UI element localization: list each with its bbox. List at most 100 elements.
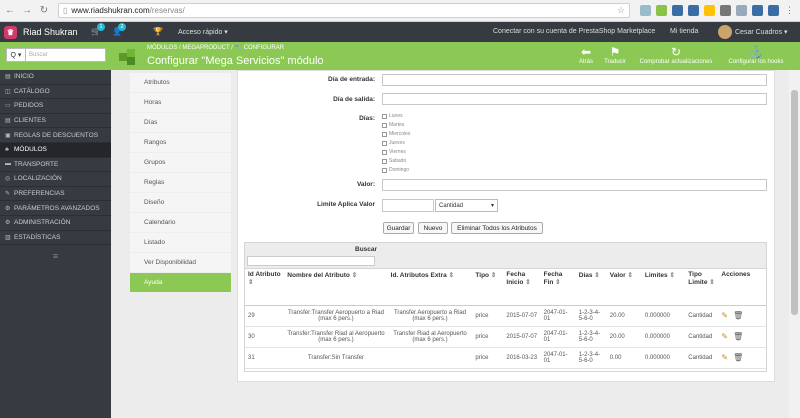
column-header[interactable]: Fecha Inicio ⇕ bbox=[503, 269, 541, 306]
edit-icon[interactable]: ✎ bbox=[721, 353, 728, 362]
tab-8[interactable]: Listado bbox=[130, 233, 231, 253]
search-input[interactable]: Buscar bbox=[26, 48, 106, 62]
column-header[interactable]: Valor ⇕ bbox=[606, 269, 642, 306]
edit-icon[interactable]: ✎ bbox=[721, 311, 728, 320]
checkbox-box[interactable] bbox=[382, 140, 387, 146]
checkbox-box[interactable] bbox=[382, 131, 387, 137]
sidebar-item-0[interactable]: ▤ INICIO bbox=[0, 70, 111, 85]
search-type-button[interactable]: Q ▾ bbox=[6, 48, 26, 62]
column-header[interactable]: Id Atributo ⇕ bbox=[245, 269, 285, 306]
marketplace-connect-link[interactable]: Conectar con su cuenta de PrestaShop Mar… bbox=[493, 28, 655, 35]
checkbox-box[interactable] bbox=[382, 113, 387, 119]
menu-icon[interactable]: ⋮ bbox=[785, 5, 796, 16]
table-search-input[interactable] bbox=[247, 256, 375, 266]
forward-icon[interactable]: → bbox=[20, 4, 34, 18]
checkbox-box[interactable] bbox=[382, 149, 387, 155]
check-updates-button[interactable]: ↻ Comprobar actualizaciones bbox=[632, 45, 720, 65]
trophy-icon[interactable]: 🏆 bbox=[153, 27, 163, 36]
day-checkbox[interactable]: Lunes bbox=[382, 113, 403, 119]
sort-icon[interactable]: ⇕ bbox=[555, 279, 560, 286]
extension-icon[interactable] bbox=[688, 5, 699, 16]
sidebar-item-10[interactable]: ⚙ ADMINISTRACIÓN bbox=[0, 216, 111, 231]
edit-icon[interactable]: ✎ bbox=[721, 332, 728, 341]
tab-7[interactable]: Calendario bbox=[130, 213, 231, 233]
extension-icon[interactable] bbox=[768, 5, 779, 16]
extension-icon[interactable] bbox=[704, 5, 715, 16]
day-checkbox[interactable]: Viernes bbox=[382, 149, 406, 155]
sort-icon[interactable]: ⇕ bbox=[709, 279, 714, 286]
sidebar-item-11[interactable]: ▥ ESTADÍSTICAS bbox=[0, 231, 111, 246]
day-checkbox[interactable]: Miercoles bbox=[382, 131, 410, 137]
extension-icon[interactable] bbox=[720, 5, 731, 16]
reload-icon[interactable]: ↻ bbox=[37, 4, 51, 18]
tab-5[interactable]: Reglas bbox=[130, 173, 231, 193]
extension-icon[interactable] bbox=[672, 5, 683, 16]
hooks-button[interactable]: ⚓ Configurar los hooks bbox=[722, 45, 790, 65]
bookmark-star-icon[interactable]: ☆ bbox=[617, 5, 625, 16]
sidebar-item-5[interactable]: ♣ MÓDULOS bbox=[0, 142, 111, 158]
sort-icon[interactable]: ⇕ bbox=[449, 272, 454, 279]
sidebar-item-3[interactable]: ▤ CLIENTES bbox=[0, 114, 111, 129]
limite-input[interactable] bbox=[382, 199, 434, 212]
column-header[interactable]: Limites ⇕ bbox=[641, 269, 686, 306]
tab-3[interactable]: Rangos bbox=[130, 133, 231, 153]
sidebar-item-1[interactable]: ◫ CATÁLOGO bbox=[0, 85, 111, 100]
fecha-entrada-input[interactable] bbox=[382, 74, 767, 86]
trash-icon[interactable]: 🗑 bbox=[733, 353, 743, 362]
back-icon[interactable]: ← bbox=[3, 4, 17, 18]
column-header[interactable]: Nombre del Atributo ⇕ bbox=[284, 269, 388, 306]
tab-4[interactable]: Grupos bbox=[130, 153, 231, 173]
tab-0[interactable]: Atributos bbox=[130, 73, 231, 93]
new-button[interactable]: Nuevo bbox=[418, 222, 448, 234]
sidebar-item-6[interactable]: ▬ TRANSPORTE bbox=[0, 158, 111, 173]
checkbox-box[interactable] bbox=[382, 158, 387, 164]
delete-all-button[interactable]: Eliminar Todos los Atributos bbox=[451, 222, 543, 234]
valor-input[interactable] bbox=[382, 179, 767, 191]
tab-1[interactable]: Horas bbox=[130, 93, 231, 113]
tab-2[interactable]: Días bbox=[130, 113, 231, 133]
checkbox-box[interactable] bbox=[382, 122, 387, 128]
column-header[interactable]: Dias ⇕ bbox=[575, 269, 607, 306]
sidebar-item-4[interactable]: ▣ REGLAS DE DESCUENTOS bbox=[0, 128, 111, 143]
column-header[interactable]: Acciones bbox=[718, 269, 766, 306]
sidebar-item-9[interactable]: ⚙ PARÁMETROS AVANZADOS bbox=[0, 201, 111, 216]
sidebar-item-8[interactable]: ✎ PREFERENCIAS bbox=[0, 187, 111, 202]
sort-icon[interactable]: ⇕ bbox=[248, 279, 253, 286]
trash-icon[interactable]: 🗑 bbox=[733, 332, 743, 341]
sort-icon[interactable]: ⇕ bbox=[525, 279, 530, 286]
sidebar-item-2[interactable]: ▭ PEDIDOS bbox=[0, 99, 111, 114]
extension-icon[interactable] bbox=[752, 5, 763, 16]
sort-icon[interactable]: ⇕ bbox=[491, 272, 496, 279]
column-header[interactable]: Fecha Fin ⇕ bbox=[540, 269, 576, 306]
sort-icon[interactable]: ⇕ bbox=[352, 272, 357, 279]
avatar[interactable] bbox=[718, 25, 732, 39]
column-header[interactable]: Tipo Limite ⇕ bbox=[685, 269, 719, 306]
quick-access-menu[interactable]: Acceso rápido ▾ bbox=[178, 28, 228, 36]
shop-name[interactable]: Riad Shukran bbox=[23, 27, 78, 37]
day-checkbox[interactable]: Martes bbox=[382, 122, 404, 128]
tab-9[interactable]: Ver Disponibilidad bbox=[130, 253, 231, 273]
fecha-salida-input[interactable] bbox=[382, 93, 767, 105]
tab-6[interactable]: Diseño bbox=[130, 193, 231, 213]
trash-icon[interactable]: 🗑 bbox=[733, 311, 743, 320]
checkbox-box[interactable] bbox=[382, 167, 387, 173]
sort-icon[interactable]: ⇕ bbox=[669, 272, 674, 279]
sort-icon[interactable]: ⇕ bbox=[594, 272, 599, 279]
sidebar-item-7[interactable]: ◎ LOCALIZACIÓN bbox=[0, 172, 111, 187]
save-button[interactable]: Guardar bbox=[383, 222, 414, 234]
back-button[interactable]: ⬅ Atrás bbox=[575, 45, 597, 65]
address-bar[interactable]: ▯ www.riadshukran.com/reservas/ ☆ bbox=[58, 3, 630, 18]
shop-logo-icon[interactable]: ♛ bbox=[4, 26, 17, 39]
collapse-menu-icon[interactable]: ≡ bbox=[0, 245, 111, 261]
sort-icon[interactable]: ⇕ bbox=[627, 272, 632, 279]
extension-icon[interactable] bbox=[736, 5, 747, 16]
extension-icon[interactable] bbox=[656, 5, 667, 16]
my-shop-link[interactable]: Mi tienda bbox=[670, 28, 698, 35]
translate-button[interactable]: ⚑ Traducir bbox=[600, 45, 630, 65]
column-header[interactable]: Tipo ⇕ bbox=[472, 269, 504, 306]
day-checkbox[interactable]: Sabado bbox=[382, 158, 406, 164]
limite-select[interactable]: Cantidad ▾ bbox=[435, 199, 498, 212]
day-checkbox[interactable]: Jueves bbox=[382, 140, 405, 146]
tab-10[interactable]: Ayuda bbox=[130, 273, 231, 293]
scrollbar-thumb[interactable] bbox=[791, 90, 798, 315]
